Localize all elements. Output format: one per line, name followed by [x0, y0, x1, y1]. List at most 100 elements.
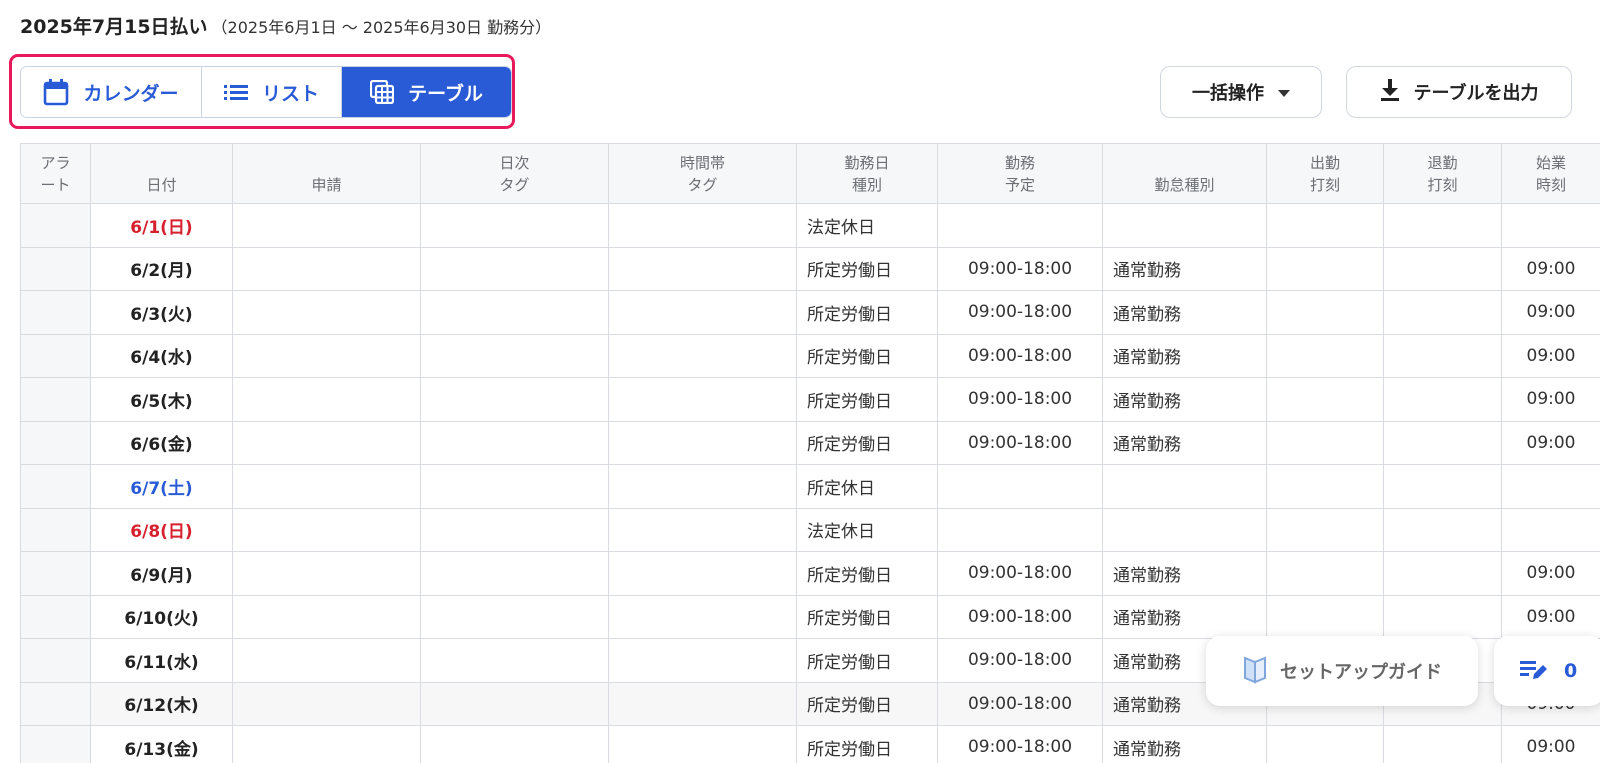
table-row[interactable]: 6/2(月) 所定労働日 09:00-18:00 通常勤務 09:00	[20, 246, 1600, 291]
table-row[interactable]: 6/5(木) 所定労働日 09:00-18:00 通常勤務 09:00	[20, 377, 1600, 422]
start-time-cell[interactable]: 09:00	[1501, 377, 1600, 422]
clock-in-cell[interactable]	[1266, 333, 1384, 378]
export-table-button[interactable]: テーブルを出力	[1346, 66, 1572, 118]
notes-button[interactable]: 0	[1494, 636, 1600, 706]
clock-out-cell[interactable]	[1383, 377, 1502, 422]
table-row[interactable]: 6/10(火) 所定労働日 09:00-18:00 通常勤務 09:00	[20, 594, 1600, 639]
daily-tag-cell[interactable]	[420, 594, 609, 639]
clock-in-cell[interactable]	[1266, 551, 1384, 596]
date-cell[interactable]: 6/7(土)	[90, 464, 233, 509]
daily-tag-cell[interactable]	[420, 551, 609, 596]
application-cell[interactable]	[232, 507, 421, 552]
attendance-type-cell[interactable]: 通常勤務	[1102, 377, 1267, 422]
attendance-type-cell[interactable]: 通常勤務	[1102, 594, 1267, 639]
date-cell[interactable]: 6/2(月)	[90, 246, 233, 291]
clock-out-cell[interactable]	[1383, 594, 1502, 639]
time-tag-cell[interactable]	[608, 246, 797, 291]
attendance-type-cell[interactable]	[1102, 203, 1267, 248]
daily-tag-cell[interactable]	[420, 725, 609, 763]
alert-cell[interactable]	[20, 290, 91, 335]
attendance-type-cell[interactable]: 通常勤務	[1102, 246, 1267, 291]
day-type-cell[interactable]: 所定労働日	[796, 290, 938, 335]
schedule-cell[interactable]: 09:00-18:00	[937, 725, 1103, 763]
date-cell[interactable]: 6/13(金)	[90, 725, 233, 763]
day-type-cell[interactable]: 法定休日	[796, 507, 938, 552]
application-cell[interactable]	[232, 638, 421, 683]
application-cell[interactable]	[232, 333, 421, 378]
table-row[interactable]: 6/4(水) 所定労働日 09:00-18:00 通常勤務 09:00	[20, 333, 1600, 378]
time-tag-cell[interactable]	[608, 594, 797, 639]
clock-in-cell[interactable]	[1266, 594, 1384, 639]
alert-cell[interactable]	[20, 203, 91, 248]
date-cell[interactable]: 6/1(日)	[90, 203, 233, 248]
clock-in-cell[interactable]	[1266, 290, 1384, 335]
clock-out-cell[interactable]	[1383, 507, 1502, 552]
table-row[interactable]: 6/1(日) 法定休日	[20, 203, 1600, 248]
alert-cell[interactable]	[20, 464, 91, 509]
clock-in-cell[interactable]	[1266, 725, 1384, 763]
schedule-cell[interactable]: 09:00-18:00	[937, 246, 1103, 291]
view-calendar-button[interactable]: カレンダー	[21, 67, 202, 117]
start-time-cell[interactable]: 09:00	[1501, 725, 1600, 763]
attendance-type-cell[interactable]: 通常勤務	[1102, 551, 1267, 596]
application-cell[interactable]	[232, 203, 421, 248]
schedule-cell[interactable]: 09:00-18:00	[937, 551, 1103, 596]
clock-in-cell[interactable]	[1266, 464, 1384, 509]
time-tag-cell[interactable]	[608, 420, 797, 465]
schedule-cell[interactable]: 09:00-18:00	[937, 681, 1103, 726]
date-cell[interactable]: 6/4(水)	[90, 333, 233, 378]
start-time-cell[interactable]: 09:00	[1501, 290, 1600, 335]
start-time-cell[interactable]: 09:00	[1501, 551, 1600, 596]
start-time-cell[interactable]: 09:00	[1501, 594, 1600, 639]
application-cell[interactable]	[232, 246, 421, 291]
application-cell[interactable]	[232, 725, 421, 763]
clock-in-cell[interactable]	[1266, 420, 1384, 465]
time-tag-cell[interactable]	[608, 507, 797, 552]
time-tag-cell[interactable]	[608, 290, 797, 335]
day-type-cell[interactable]: 所定労働日	[796, 638, 938, 683]
attendance-type-cell[interactable]: 通常勤務	[1102, 725, 1267, 763]
table-row[interactable]: 6/8(日) 法定休日	[20, 507, 1600, 552]
application-cell[interactable]	[232, 551, 421, 596]
daily-tag-cell[interactable]	[420, 420, 609, 465]
daily-tag-cell[interactable]	[420, 333, 609, 378]
day-type-cell[interactable]: 所定労働日	[796, 551, 938, 596]
time-tag-cell[interactable]	[608, 551, 797, 596]
alert-cell[interactable]	[20, 725, 91, 763]
alert-cell[interactable]	[20, 551, 91, 596]
table-row[interactable]: 6/6(金) 所定労働日 09:00-18:00 通常勤務 09:00	[20, 420, 1600, 465]
attendance-type-cell[interactable]	[1102, 464, 1267, 509]
clock-in-cell[interactable]	[1266, 203, 1384, 248]
clock-in-cell[interactable]	[1266, 507, 1384, 552]
start-time-cell[interactable]: 09:00	[1501, 246, 1600, 291]
application-cell[interactable]	[232, 464, 421, 509]
attendance-type-cell[interactable]: 通常勤務	[1102, 333, 1267, 378]
day-type-cell[interactable]: 所定労働日	[796, 333, 938, 378]
day-type-cell[interactable]: 法定休日	[796, 203, 938, 248]
setup-guide-button[interactable]: セットアップガイド	[1206, 636, 1478, 706]
start-time-cell[interactable]	[1501, 464, 1600, 509]
clock-out-cell[interactable]	[1383, 333, 1502, 378]
clock-out-cell[interactable]	[1383, 246, 1502, 291]
clock-out-cell[interactable]	[1383, 725, 1502, 763]
attendance-type-cell[interactable]: 通常勤務	[1102, 420, 1267, 465]
schedule-cell[interactable]: 09:00-18:00	[937, 638, 1103, 683]
day-type-cell[interactable]: 所定労働日	[796, 246, 938, 291]
daily-tag-cell[interactable]	[420, 377, 609, 422]
start-time-cell[interactable]	[1501, 507, 1600, 552]
application-cell[interactable]	[232, 594, 421, 639]
clock-out-cell[interactable]	[1383, 464, 1502, 509]
daily-tag-cell[interactable]	[420, 290, 609, 335]
bulk-action-button[interactable]: 一括操作	[1160, 66, 1322, 118]
date-cell[interactable]: 6/11(水)	[90, 638, 233, 683]
schedule-cell[interactable]: 09:00-18:00	[937, 594, 1103, 639]
time-tag-cell[interactable]	[608, 377, 797, 422]
day-type-cell[interactable]: 所定労働日	[796, 681, 938, 726]
application-cell[interactable]	[232, 290, 421, 335]
day-type-cell[interactable]: 所定労働日	[796, 377, 938, 422]
schedule-cell[interactable]	[937, 203, 1103, 248]
clock-out-cell[interactable]	[1383, 290, 1502, 335]
date-cell[interactable]: 6/5(木)	[90, 377, 233, 422]
date-cell[interactable]: 6/9(月)	[90, 551, 233, 596]
daily-tag-cell[interactable]	[420, 638, 609, 683]
